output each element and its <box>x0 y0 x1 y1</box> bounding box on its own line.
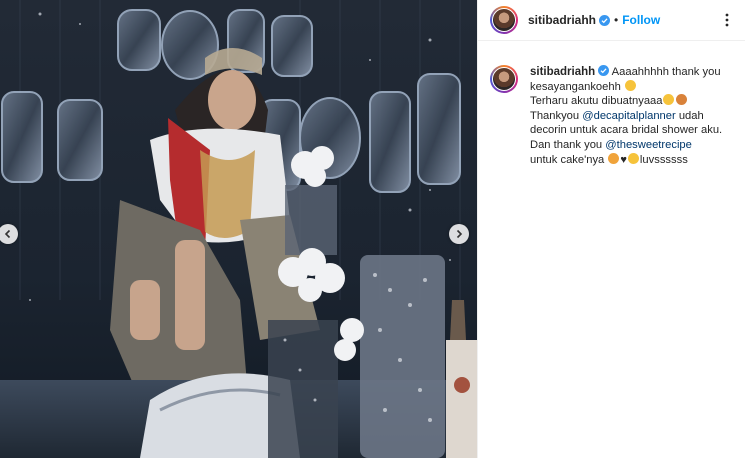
heart-eyes-icon <box>608 152 620 164</box>
verified-badge-icon <box>599 14 611 26</box>
caption-avatar[interactable] <box>490 65 518 93</box>
more-options-icon[interactable] <box>719 12 735 28</box>
person-bowing-icon <box>676 94 688 106</box>
caption-line-4-end: luvssssss <box>639 153 688 166</box>
post-caption: sitibadriahh Aaaahhhhh thank you kesayan… <box>478 41 745 167</box>
photo-scene <box>0 0 477 458</box>
caption-username-link[interactable]: sitibadriahh <box>530 66 595 78</box>
chevron-right-icon <box>456 229 463 239</box>
next-photo-button[interactable] <box>449 224 469 244</box>
follow-button[interactable]: Follow <box>622 13 660 27</box>
caption-text: sitibadriahh Aaaahhhhh thank you kesayan… <box>530 65 733 167</box>
separator-dot: • <box>614 13 619 27</box>
black-heart-icon: ♥ <box>620 153 627 166</box>
chevron-left-icon <box>4 229 11 239</box>
kissing-face-icon <box>627 152 639 164</box>
caption-line-4-prefix: Dan thank you <box>530 138 606 151</box>
verified-badge-icon <box>598 65 610 76</box>
caption-line-2: Terharu akutu dibuatnyaaa <box>530 95 663 108</box>
username-link[interactable]: sitibadriahh <box>528 13 596 27</box>
post-header: sitibadriahh • Follow <box>478 0 745 41</box>
mention-decapitalplanner-link[interactable]: @decapitalplanner <box>582 110 675 122</box>
post-sidebar: sitibadriahh • Follow sitibadriahh Aaaah… <box>477 0 745 458</box>
caption-line-4-suffix: untuk cake'nya <box>530 153 608 166</box>
mention-thesweetrecipe-link[interactable]: @thesweetrecipe <box>605 139 692 151</box>
crying-face-icon <box>663 94 675 106</box>
post-photo[interactable] <box>0 0 477 458</box>
avatar[interactable] <box>490 6 518 34</box>
crying-face-icon <box>624 79 636 91</box>
caption-line-3-prefix: Thankyou <box>530 109 583 122</box>
instagram-post: sitibadriahh • Follow sitibadriahh Aaaah… <box>0 0 745 458</box>
